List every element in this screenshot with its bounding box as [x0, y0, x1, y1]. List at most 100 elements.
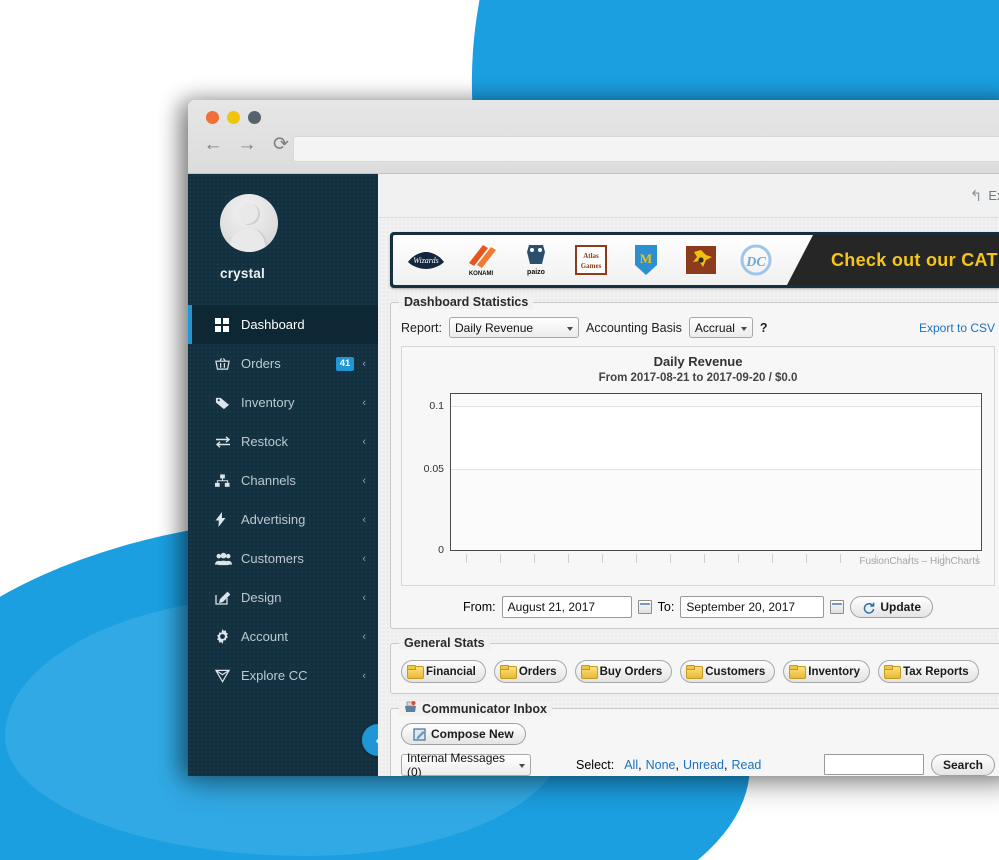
forward-icon[interactable]: → — [236, 134, 258, 156]
refresh-icon — [862, 601, 875, 614]
message-folder-select[interactable]: Internal Messages (0) — [401, 751, 531, 776]
sidebar-item-label: Inventory — [241, 395, 295, 410]
avatar[interactable] — [220, 194, 278, 252]
chevron-left-icon: ‹ — [362, 630, 366, 643]
communicator-inbox-legend-text: Communicator Inbox — [422, 701, 548, 716]
search-input[interactable] — [823, 754, 924, 775]
chevron-left-icon: ‹ — [362, 357, 366, 370]
compose-row: Compose New — [401, 715, 995, 746]
exit-link[interactable]: Exit — [988, 188, 999, 203]
search-button[interactable]: Search — [930, 753, 995, 776]
ad-headline: Check out our CAT — [831, 249, 998, 270]
sidebar-item-label: Design — [241, 590, 282, 605]
select-label: Select: — [576, 757, 615, 772]
chart-white-band — [451, 406, 981, 469]
sidebar-username: crystal — [220, 266, 265, 281]
minimize-button[interactable] — [227, 111, 240, 124]
select-none-link[interactable]: None — [646, 758, 676, 772]
reload-icon[interactable]: ⟳ — [270, 134, 292, 156]
dashboard-statistics-legend: Dashboard Statistics — [399, 295, 534, 309]
sidebar-item-label: Advertising — [241, 512, 306, 527]
export-to-csv-link[interactable]: Export to CSV — [919, 321, 995, 335]
communicator-inbox-legend: Communicator Inbox — [399, 701, 553, 716]
calendar-icon[interactable] — [830, 600, 845, 614]
folder-icon — [499, 665, 517, 679]
ad-banner-inner: Wizards KONAMI paizo Atlas Games M DC Ch… — [393, 235, 999, 285]
chevron-left-icon: ‹ — [362, 591, 366, 604]
dc-comics-logo: DC — [735, 240, 777, 280]
exchange-icon — [215, 435, 237, 449]
accounting-basis-select[interactable]: Accrual — [688, 317, 753, 338]
back-icon[interactable]: ← — [202, 134, 224, 156]
sidebar-item-label: Restock — [241, 434, 288, 449]
sidebar-item-inventory[interactable]: Inventory ‹ — [188, 383, 378, 422]
avatar-body-icon — [230, 228, 268, 252]
from-date-input[interactable]: August 21, 2017 — [501, 596, 632, 618]
window-controls[interactable] — [206, 111, 261, 124]
daily-revenue-chart: Daily Revenue From 2017-08-21 to 2017-09… — [401, 346, 995, 586]
compose-new-button[interactable]: Compose New — [401, 723, 526, 745]
accounting-basis-label: Accounting Basis — [586, 320, 682, 335]
svg-text:KONAMI: KONAMI — [469, 271, 494, 277]
sidebar: crystal Dashboard Orders 41 ‹ Inventory … — [188, 174, 394, 776]
svg-text:M: M — [640, 251, 652, 266]
sidebar-item-label: Dashboard — [241, 317, 305, 332]
chart-ytick-label: 0.05 — [423, 462, 444, 475]
general-stats-panel: General Stats Financial Orders Buy Order… — [390, 636, 999, 694]
chart-credit: FusionCharts – HighCharts — [859, 556, 980, 567]
general-stats-button-tax-reports[interactable]: Tax Reports — [878, 660, 979, 683]
help-icon[interactable]: ? — [760, 321, 768, 335]
folder-icon — [884, 665, 902, 679]
report-select[interactable]: Daily Revenue — [449, 317, 579, 338]
chart-title: Daily Revenue — [653, 354, 743, 369]
sidebar-item-channels[interactable]: Channels ‹ — [188, 461, 378, 500]
ad-banner[interactable]: Wizards KONAMI paizo Atlas Games M DC Ch… — [390, 232, 999, 288]
general-stats-button-customers[interactable]: Customers — [680, 660, 776, 683]
general-stats-button-label: Buy Orders — [599, 665, 663, 678]
date-range-row: From: August 21, 2017 To: September 20, … — [401, 586, 995, 618]
chart-plot-area: 0.1 0.05 0 — [424, 393, 982, 556]
update-button[interactable]: Update — [850, 596, 933, 618]
svg-text:paizo: paizo — [527, 269, 545, 276]
select-unread-link[interactable]: Unread — [683, 758, 724, 772]
to-date-input[interactable]: September 20, 2017 — [680, 596, 825, 618]
calendar-icon[interactable] — [637, 600, 652, 614]
chevron-left-icon: ‹ — [362, 552, 366, 565]
chevron-left-icon: ‹ — [362, 513, 366, 526]
general-stats-legend: General Stats — [399, 636, 490, 650]
sidebar-item-restock[interactable]: Restock ‹ — [188, 422, 378, 461]
report-label: Report: — [401, 320, 442, 335]
sidebar-item-label: Channels — [241, 473, 296, 488]
tag-icon — [215, 396, 237, 410]
main-content: ↰ Exit Wizards KONAMI — [378, 174, 999, 776]
zoom-button[interactable] — [248, 111, 261, 124]
sidebar-item-advertising[interactable]: Advertising ‹ — [188, 500, 378, 539]
select-all-link[interactable]: All — [624, 758, 638, 772]
to-label: To: — [657, 600, 675, 614]
grid-icon — [215, 317, 237, 332]
sidebar-item-label: Customers — [241, 551, 304, 566]
back-arrow-icon[interactable]: ↰ — [970, 187, 983, 205]
browser-nav-buttons[interactable]: ← → ⟳ — [202, 134, 292, 156]
sidebar-item-orders[interactable]: Orders 41 ‹ — [188, 344, 378, 383]
mayfair-logo: M — [625, 240, 667, 280]
close-button[interactable] — [206, 111, 219, 124]
general-stats-button-inventory[interactable]: Inventory — [783, 660, 871, 683]
sidebar-item-explore-cc[interactable]: Explore CC ‹ — [188, 656, 378, 695]
general-stats-button-financial[interactable]: Financial — [401, 660, 486, 683]
top-bar: ↰ Exit — [378, 174, 999, 218]
chevron-left-icon: ‹ — [362, 474, 366, 487]
sidebar-item-customers[interactable]: Customers ‹ — [188, 539, 378, 578]
select-read-link[interactable]: Read — [731, 758, 761, 772]
sidebar-item-dashboard[interactable]: Dashboard — [188, 305, 378, 344]
sidebar-item-design[interactable]: Design ‹ — [188, 578, 378, 617]
report-controls-row: Report: Daily Revenue Accounting Basis A… — [401, 309, 995, 338]
chart-ytick-label: 0.1 — [429, 400, 444, 413]
avatar-head-icon — [238, 203, 260, 225]
general-stats-button-buy-orders[interactable]: Buy Orders — [574, 660, 673, 683]
sidebar-item-account[interactable]: Account ‹ — [188, 617, 378, 656]
update-button-label: Update — [880, 600, 921, 614]
general-stats-button-orders[interactable]: Orders — [493, 660, 567, 683]
address-bar[interactable] — [293, 136, 999, 162]
inbox-icon — [404, 701, 417, 716]
